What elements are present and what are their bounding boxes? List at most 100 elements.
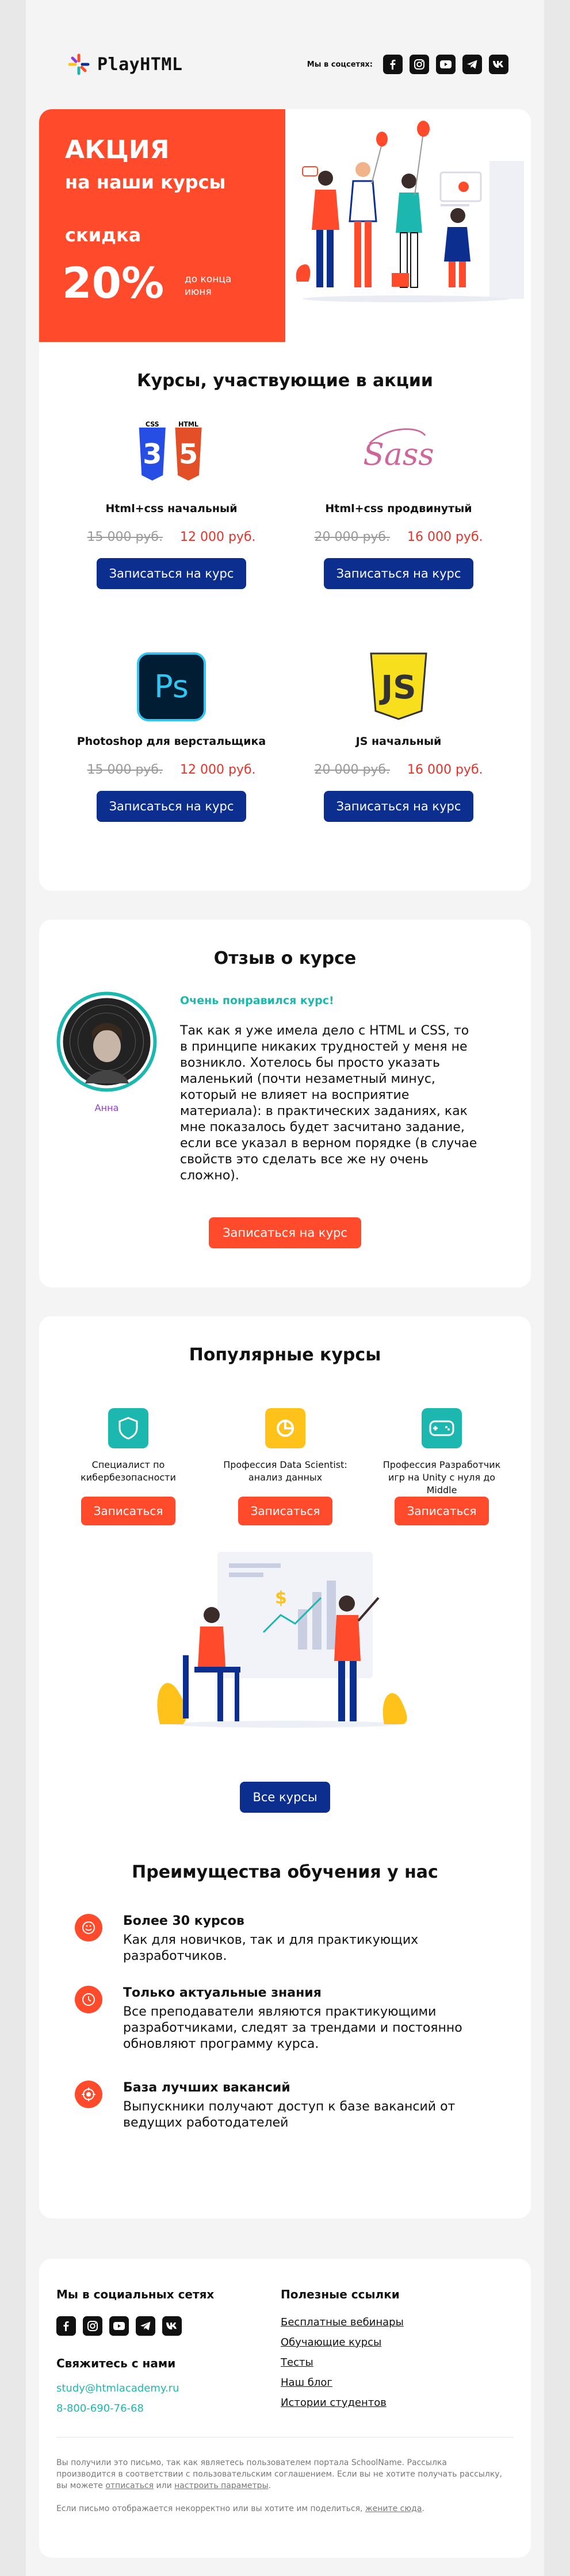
review-enroll-button[interactable]: Записаться на курс xyxy=(209,1217,361,1248)
gamepad-icon xyxy=(422,1408,462,1448)
review-cta: Записаться на курс xyxy=(39,1217,531,1248)
web-version-text: Если письмо отображается некорректно или… xyxy=(56,2504,365,2513)
promo-discount-label: скидка xyxy=(65,224,141,246)
benefit-text: Все преподаватели являются практикующими… xyxy=(123,2005,462,2051)
new-price: 12 000 руб. xyxy=(180,530,256,544)
promo-subtitle: на наши курсы xyxy=(65,171,226,193)
promo-hero: АКЦИЯ на наши курсы скидка 20% до конца … xyxy=(39,109,531,342)
smile-icon xyxy=(75,1914,102,1941)
avatar xyxy=(56,991,157,1092)
review-author: Анна xyxy=(94,1102,119,1113)
popular-enroll-button[interactable]: Записаться xyxy=(81,1497,176,1525)
course-card: Ps Photoshop для верстальщика 15 000 руб… xyxy=(68,652,275,822)
web-version-link[interactable]: жените сюда xyxy=(365,2504,422,2513)
svg-text:CSS: CSS xyxy=(146,421,159,428)
popular-enroll-button[interactable]: Записаться xyxy=(238,1497,333,1525)
all-courses-button[interactable]: Все курсы xyxy=(240,1782,330,1813)
svg-text:Ps: Ps xyxy=(154,668,189,705)
course-prices: 20 000 руб. 16 000 руб. xyxy=(295,530,502,544)
old-price: 15 000 руб. xyxy=(87,530,163,544)
popular-enroll-button[interactable]: Записаться xyxy=(394,1497,489,1525)
footer: Мы в социальных сетях Свяжитесь с нами s… xyxy=(39,2259,531,2558)
footer-social-icons xyxy=(56,2316,182,2336)
shield-icon xyxy=(108,1408,148,1448)
instagram-icon[interactable] xyxy=(410,55,429,74)
review-section-title: Отзыв о курсе xyxy=(213,948,357,968)
youtube-icon[interactable] xyxy=(109,2316,129,2336)
old-price: 15 000 руб. xyxy=(87,763,163,777)
new-price: 16 000 руб. xyxy=(407,530,483,544)
svg-text:HTML: HTML xyxy=(178,421,198,428)
benefit-item: Только актуальные знания Все преподавате… xyxy=(75,1986,500,2060)
course-name: Html+css начальный xyxy=(105,502,238,515)
promo-courses-section: Курсы, участвующие в акции CSS 3 HTML 5 … xyxy=(39,342,531,891)
popular-course-name: Профессия Data Scientist: анализ данных xyxy=(223,1459,347,1483)
vk-icon[interactable] xyxy=(162,2316,182,2336)
clock-icon xyxy=(75,1986,102,2013)
chart-icon xyxy=(265,1408,305,1448)
promo-title: АКЦИЯ xyxy=(65,135,170,164)
enroll-button[interactable]: Записаться на курс xyxy=(96,558,247,589)
promo-deadline-line1: до конца xyxy=(185,274,232,285)
popular-course-card: Специалист по кибербезопасности Записать… xyxy=(65,1408,192,1525)
benefit-title: Более 30 курсов xyxy=(123,1914,244,1928)
course-card: Sass Html+css продвинутый 20 000 руб. 16… xyxy=(295,420,502,589)
youtube-icon[interactable] xyxy=(436,55,456,74)
popular-course-card: Профессия Разработчик игр на Unity с нул… xyxy=(378,1408,505,1525)
old-price: 20 000 руб. xyxy=(314,763,390,777)
promo-deadline: до конца июня xyxy=(185,273,231,298)
unsubscribe-link[interactable]: отписаться xyxy=(105,2481,154,2490)
hero-illustration xyxy=(285,109,531,342)
benefit-title: Только актуальные знания xyxy=(123,1986,322,2000)
course-prices: 15 000 руб. 12 000 руб. xyxy=(68,530,275,544)
enroll-button[interactable]: Записаться на курс xyxy=(323,791,474,822)
footer-link-courses[interactable]: Обучающие курсы xyxy=(281,2336,381,2348)
js-icon: JS xyxy=(364,652,433,721)
course-name: JS начальный xyxy=(355,735,442,748)
svg-text:5: 5 xyxy=(179,439,198,471)
email-wrapper: PlayHTML Мы в соцсетях: АКЦИЯ на наши ку… xyxy=(26,0,544,2576)
review-section: Отзыв о курсе Анна Очень понравился курс… xyxy=(39,920,531,1287)
logo-text: PlayHTML xyxy=(97,54,183,75)
svg-text:$: $ xyxy=(275,1588,287,1608)
courses-section-title: Курсы, участвующие в акции xyxy=(137,371,433,391)
course-name: Photoshop для верстальщика xyxy=(76,735,266,748)
instagram-icon[interactable] xyxy=(83,2316,102,2336)
logo-icon xyxy=(68,53,90,75)
settings-link[interactable]: настроить параметры xyxy=(174,2481,268,2490)
promo-deadline-line2: июня xyxy=(185,286,212,298)
team-illustration: $ xyxy=(157,1552,407,1728)
logo[interactable]: PlayHTML xyxy=(67,53,183,76)
review-text: Так как я уже имела дело с HTML и CSS, т… xyxy=(180,1024,477,1183)
popular-course-name: Специалист по кибербезопасности xyxy=(81,1459,176,1483)
footer-links-title: Полезные ссылки xyxy=(281,2287,400,2301)
new-price: 12 000 руб. xyxy=(180,763,256,777)
footer-contact-title: Свяжитесь с нами xyxy=(56,2356,176,2370)
photoshop-icon: Ps xyxy=(137,652,206,721)
vk-icon[interactable] xyxy=(489,55,508,74)
course-prices: 15 000 руб. 12 000 руб. xyxy=(68,763,275,777)
enroll-button[interactable]: Записаться на курс xyxy=(96,791,247,822)
telegram-icon[interactable] xyxy=(462,55,482,74)
enroll-button[interactable]: Записаться на курс xyxy=(323,558,474,589)
sass-icon: Sass xyxy=(364,420,433,489)
html-css-icon: CSS 3 HTML 5 xyxy=(137,420,206,489)
popular-section: Популярные курсы Специалист по кибербезо… xyxy=(39,1316,531,2219)
new-price: 16 000 руб. xyxy=(407,763,483,777)
facebook-icon[interactable] xyxy=(56,2316,76,2336)
facebook-icon[interactable] xyxy=(383,55,403,74)
review-headline: Очень понравился курс! xyxy=(180,994,334,1007)
footer-link-tests[interactable]: Тесты xyxy=(281,2356,313,2369)
social-label: Мы в соцсетях: xyxy=(307,60,373,69)
promo-discount-value: 20% xyxy=(62,259,165,308)
footer-link-blog[interactable]: Наш блог xyxy=(281,2377,332,2389)
header-social: Мы в соцсетях: xyxy=(307,55,508,74)
benefits-section-title: Преимущества обучения у нас xyxy=(132,1862,438,1882)
footer-link-webinars[interactable]: Бесплатные вебинары xyxy=(281,2316,404,2328)
footer-web-version: Если письмо отображается некорректно или… xyxy=(56,2504,424,2513)
footer-phone[interactable]: 8-800-690-76-68 xyxy=(56,2402,144,2414)
promo-banner: АКЦИЯ на наши курсы скидка 20% до конца … xyxy=(39,109,285,342)
footer-link-stories[interactable]: Истории студентов xyxy=(281,2397,387,2409)
telegram-icon[interactable] xyxy=(136,2316,155,2336)
footer-email[interactable]: study@htmlacademy.ru xyxy=(56,2382,179,2394)
